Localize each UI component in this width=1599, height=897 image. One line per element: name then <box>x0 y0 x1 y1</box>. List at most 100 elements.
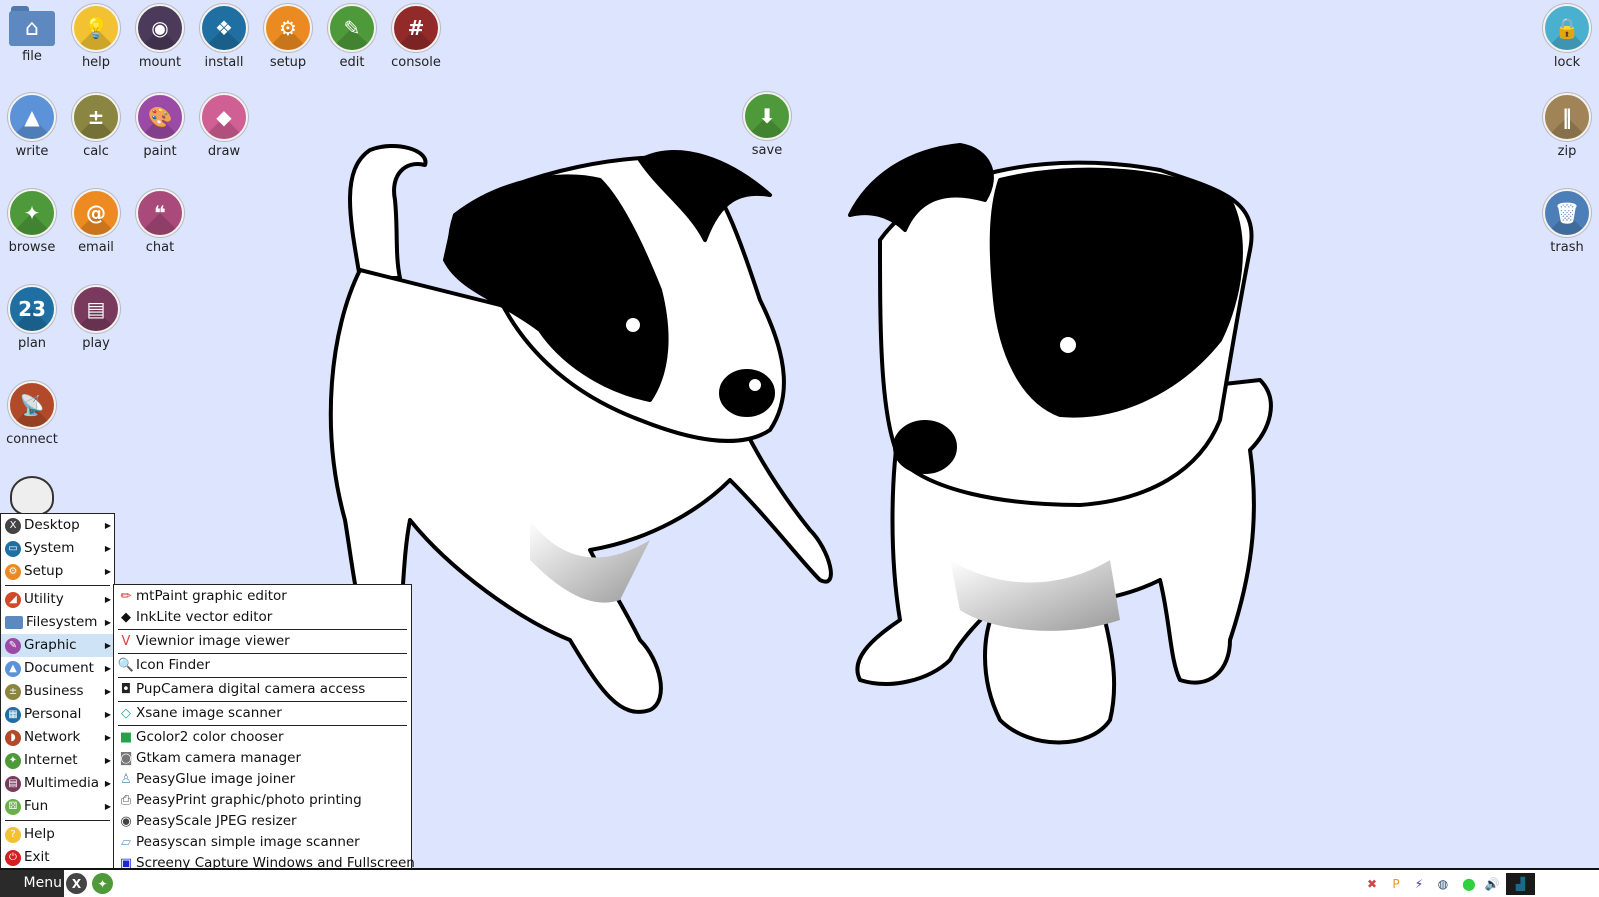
menu-item-label: Document <box>24 660 94 676</box>
photo-camera-icon: ◉ <box>120 814 132 829</box>
menu-item-fun[interactable]: ⚄ Fun ▶ <box>1 795 114 818</box>
submenu-item[interactable]: ◘ PupCamera digital camera access <box>114 679 411 700</box>
submenu-item[interactable]: ◉ PeasyScale JPEG resizer <box>114 811 411 832</box>
submenu-item[interactable]: 🔍 Icon Finder <box>114 655 411 676</box>
desktop-icon-save[interactable]: ⬇ save <box>735 92 799 158</box>
drive-icon[interactable]: ⬤ <box>1458 873 1480 895</box>
submenu-item-label: Gtkam camera manager <box>136 750 301 766</box>
submenu-arrow-icon: ▶ <box>104 641 111 650</box>
desktop-icon-play[interactable]: ▤ play <box>64 285 128 351</box>
desktop-icon-help[interactable]: 💡 help <box>64 4 128 70</box>
camera-icon: ◘ <box>120 682 132 697</box>
help-icon: 💡 <box>72 4 120 52</box>
menu-button[interactable]: Menu <box>0 870 64 897</box>
folder-home-icon: ⌂ <box>9 6 55 46</box>
submenu-item[interactable]: V Viewnior image viewer <box>114 631 411 652</box>
edit-icon: ✎ <box>328 4 376 52</box>
menu-item-personal[interactable]: ▦ Personal ▶ <box>1 703 114 726</box>
menu-separator <box>118 701 407 702</box>
menu-item-label: Exit <box>24 849 50 865</box>
desktop-icon-connect[interactable]: 📡 connect <box>0 381 64 447</box>
utility-icon: ◢ <box>5 591 21 608</box>
submenu-item[interactable]: ✏ mtPaint graphic editor <box>114 586 411 607</box>
submenu-item[interactable]: ◆ InkLite vector editor <box>114 607 411 628</box>
firewall-shield-icon[interactable]: ✖ <box>1361 873 1383 895</box>
desktop-icon-plan[interactable]: 23 plan <box>0 285 64 351</box>
menu-item-internet[interactable]: ✦ Internet ▶ <box>1 749 114 772</box>
desktop-icon-label: file <box>22 49 42 64</box>
calendar-icon: ▦ <box>5 706 21 723</box>
desktop-icon-draw[interactable]: ◆ draw <box>192 93 256 159</box>
submenu-item-label: InkLite vector editor <box>136 609 273 625</box>
submenu-item[interactable]: ■ Gcolor2 color chooser <box>114 727 411 748</box>
desktop-icon-lock[interactable]: 🔒 lock <box>1535 4 1599 70</box>
menu-item-graphic[interactable]: ✎ Graphic ▶ <box>1 634 114 657</box>
desktop-icon-install[interactable]: ❖ install <box>192 4 256 70</box>
desktop-icon-label: chat <box>145 240 175 255</box>
submenu-item[interactable]: ◙ Gtkam camera manager <box>114 748 411 769</box>
desktop-icon-zip[interactable]: ‖ zip <box>1535 93 1599 159</box>
submenu-item-label: PeasyPrint graphic/photo printing <box>136 792 362 808</box>
calc-icon: ± <box>72 93 120 141</box>
network-icon[interactable]: ◍ <box>1432 873 1454 895</box>
main-menu: X Desktop ▶ ▭ System ▶ ⚙ Setup ▶ ◢ Utility ▶ Filesys… <box>0 513 115 870</box>
desktop-icon-label: edit <box>339 55 365 70</box>
desktop-x-icon[interactable]: X <box>66 873 87 894</box>
trash-icon: 🗑 <box>1543 189 1591 237</box>
play-icon: ▤ <box>72 285 120 333</box>
menu-item-label: System <box>24 540 75 556</box>
clipboard-p-icon[interactable]: P <box>1385 873 1407 895</box>
desktop-icon-setup[interactable]: ⚙ setup <box>256 4 320 70</box>
volume-icon[interactable]: 🔊 <box>1481 873 1503 895</box>
desktop-icon-console[interactable]: # console <box>384 4 448 70</box>
menu-item-multimedia[interactable]: ▤ Multimedia ▶ <box>1 772 114 795</box>
gtkam-icon: ◙ <box>119 751 133 766</box>
submenu-item[interactable]: ♙ PeasyGlue image joiner <box>114 769 411 790</box>
graphic-submenu: ✏ mtPaint graphic editor ◆ InkLite vector e… <box>113 584 415 897</box>
submenu-item[interactable]: ⎙ PeasyPrint graphic/photo printing <box>114 790 411 811</box>
menu-item-label: Personal <box>24 706 82 722</box>
menu-button-label: Menu <box>23 875 62 891</box>
desktop-icon-email[interactable]: @ email <box>64 189 128 255</box>
menu-separator <box>118 653 407 654</box>
menu-item-label: Desktop <box>24 517 80 533</box>
submenu-item-label: PupCamera digital camera access <box>136 681 366 697</box>
power-icon: ⏻ <box>5 849 21 866</box>
menu-item-setup[interactable]: ⚙ Setup ▶ <box>1 560 114 583</box>
menu-item-business[interactable]: ± Business ▶ <box>1 680 114 703</box>
lock-icon: 🔒 <box>1543 4 1591 52</box>
desktop-icon-label: trash <box>1550 240 1584 255</box>
submenu-item-label: Xsane image scanner <box>136 705 282 721</box>
desktop-icon-write[interactable]: ▲ write <box>0 93 64 159</box>
desktop-icon-mount[interactable]: ◉ mount <box>128 4 192 70</box>
menu-item-help[interactable]: ? Help <box>1 823 114 846</box>
cpu-monitor-icon[interactable]: ▟ <box>1506 873 1535 895</box>
desktop-icon-edit[interactable]: ✎ edit <box>320 4 384 70</box>
draw-icon: ◆ <box>200 93 248 141</box>
menu-item-filesystem[interactable]: Filesystem ▶ <box>1 611 114 634</box>
menu-item-network[interactable]: ◗ Network ▶ <box>1 726 114 749</box>
glue-icon: ♙ <box>120 772 132 787</box>
submenu-arrow-icon: ▶ <box>104 544 111 553</box>
menu-item-desktop[interactable]: X Desktop ▶ <box>1 514 114 537</box>
menu-item-label: Multimedia <box>24 775 100 791</box>
menu-separator <box>5 585 110 586</box>
desktop-icon-paint[interactable]: 🎨 paint <box>128 93 192 159</box>
desktop-icon-file[interactable]: ⌂ file <box>0 4 64 64</box>
menu-item-document[interactable]: ▲ Document ▶ <box>1 657 114 680</box>
submenu-item[interactable]: ▱ Peasyscan simple image scanner <box>114 832 411 853</box>
submenu-arrow-icon: ▶ <box>104 710 111 719</box>
menu-item-system[interactable]: ▭ System ▶ <box>1 537 114 560</box>
desktop-icon-chat[interactable]: ❝ chat <box>128 189 192 255</box>
desktop-icon-trash[interactable]: 🗑 trash <box>1535 189 1599 255</box>
desktop-icon-browse[interactable]: ✦ browse <box>0 189 64 255</box>
submenu-item[interactable]: ◇ Xsane image scanner <box>114 703 411 724</box>
desktop-icon-label: write <box>15 144 49 159</box>
menu-item-utility[interactable]: ◢ Utility ▶ <box>1 588 114 611</box>
document-icon: ▲ <box>5 660 21 677</box>
desktop-icon-calc[interactable]: ± calc <box>64 93 128 159</box>
power-battery-icon[interactable]: ⚡ <box>1408 873 1430 895</box>
zip-icon: ‖ <box>1543 93 1591 141</box>
menu-item-exit[interactable]: ⏻ Exit <box>1 846 114 869</box>
browser-icon[interactable]: ✦ <box>92 873 113 894</box>
